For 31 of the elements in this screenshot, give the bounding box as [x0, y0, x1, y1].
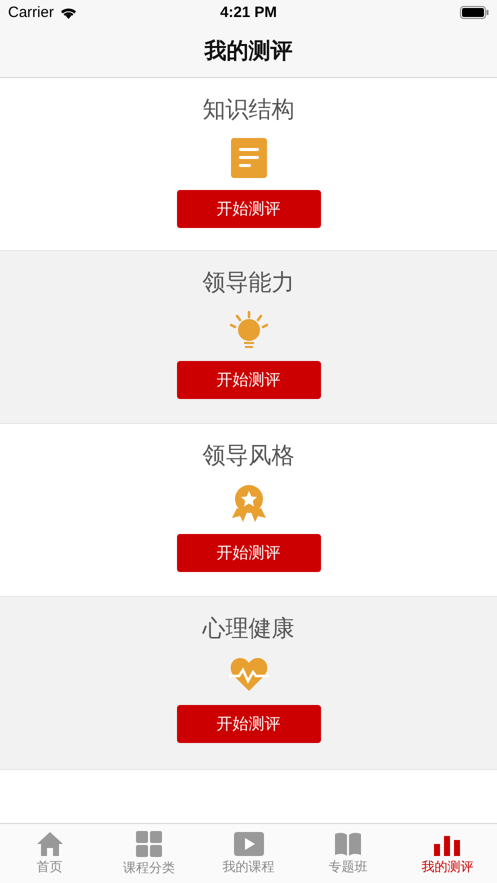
status-time: 4:21 PM: [220, 4, 277, 21]
tab-label: 我的课程: [222, 858, 275, 876]
lightbulb-icon: [230, 311, 268, 349]
tab-label: 首页: [36, 858, 63, 876]
heart-pulse-icon: [228, 657, 268, 693]
tab-label: 专题班: [328, 858, 368, 876]
medal-icon: [230, 484, 266, 522]
tab-item[interactable]: 我的课程: [198, 824, 298, 883]
battery-icon: [460, 6, 489, 19]
grid-icon: [136, 830, 162, 856]
tab-item[interactable]: 首页: [0, 824, 100, 883]
assessment-title: 心理健康: [202, 614, 294, 642]
start-button[interactable]: 开始测评: [176, 361, 320, 399]
tab-item[interactable]: 课程分类: [99, 824, 199, 883]
video-icon: [234, 832, 264, 856]
page-title: 我的测评: [204, 37, 292, 65]
wifi-icon: [60, 6, 77, 18]
tab-item[interactable]: 我的测评: [398, 824, 497, 883]
start-button[interactable]: 开始测评: [176, 534, 320, 572]
tab-item[interactable]: 专题班: [298, 824, 398, 883]
start-button[interactable]: 开始测评: [176, 190, 320, 228]
carrier-label: Carrier: [8, 4, 54, 21]
tab-label: 课程分类: [123, 858, 176, 876]
book-icon: [334, 832, 361, 856]
home-icon: [36, 832, 63, 856]
assessment-title: 领导能力: [202, 268, 294, 296]
start-button[interactable]: 开始测评: [176, 705, 320, 743]
document-icon: [230, 138, 266, 178]
assessment-title: 知识结构: [202, 95, 294, 123]
tab-label: 我的测评: [421, 858, 474, 876]
assessment-title: 领导风格: [202, 441, 294, 469]
